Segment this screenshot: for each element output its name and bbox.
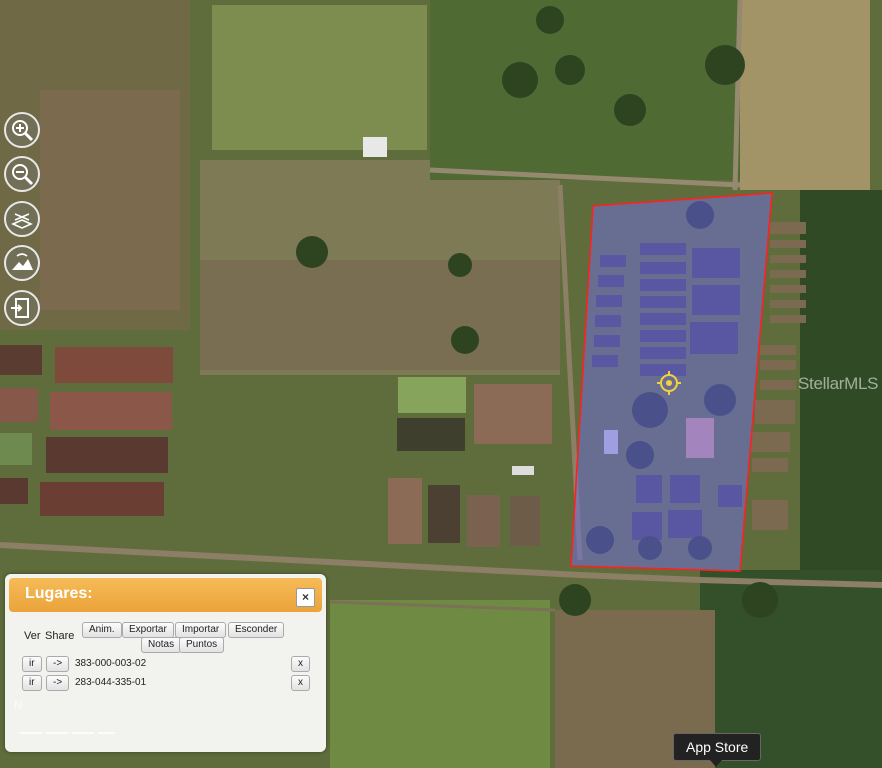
- close-icon[interactable]: ×: [296, 588, 315, 607]
- row-remove-button[interactable]: x: [291, 656, 310, 672]
- zoom-in-icon: [12, 120, 34, 142]
- parcel-id[interactable]: 283-044-335-01: [75, 677, 146, 688]
- row-go-button[interactable]: ir: [22, 675, 42, 691]
- exit-icon: [11, 298, 29, 318]
- importar-button[interactable]: Importar: [175, 622, 227, 638]
- app-store-button[interactable]: App Store: [673, 733, 762, 767]
- puntos-button[interactable]: Puntos: [179, 637, 225, 653]
- watermark: StellarMLS: [798, 374, 879, 393]
- places-panel: Lugares: × Ver Share Anim. Exportar Impo…: [5, 574, 326, 752]
- panel-header: Lugares: ×: [9, 578, 322, 612]
- exportar-button[interactable]: Exportar: [122, 622, 174, 638]
- row-share-button[interactable]: ->: [46, 675, 70, 691]
- zoom-out-icon: [12, 164, 34, 186]
- notas-button[interactable]: Notas: [141, 637, 182, 653]
- street-view-icon: [11, 213, 33, 229]
- terrain-button[interactable]: [4, 245, 40, 281]
- terrain-icon: [12, 253, 33, 270]
- zoom-out-button[interactable]: [4, 156, 40, 192]
- row-remove-button[interactable]: x: [291, 675, 310, 691]
- street-view-button[interactable]: [4, 201, 40, 237]
- exit-button[interactable]: [4, 290, 40, 326]
- row-share-button[interactable]: ->: [46, 656, 70, 672]
- anim-button[interactable]: Anim.: [82, 622, 122, 638]
- parcel-id[interactable]: 383-000-003-02: [75, 658, 146, 669]
- esconder-button[interactable]: Esconder: [228, 622, 285, 638]
- row-go-button[interactable]: ir: [22, 656, 42, 672]
- zoom-in-button[interactable]: [4, 112, 40, 148]
- column-ver: Ver: [24, 630, 41, 642]
- column-share: Share: [45, 630, 75, 642]
- panel-title: Lugares:: [25, 585, 93, 602]
